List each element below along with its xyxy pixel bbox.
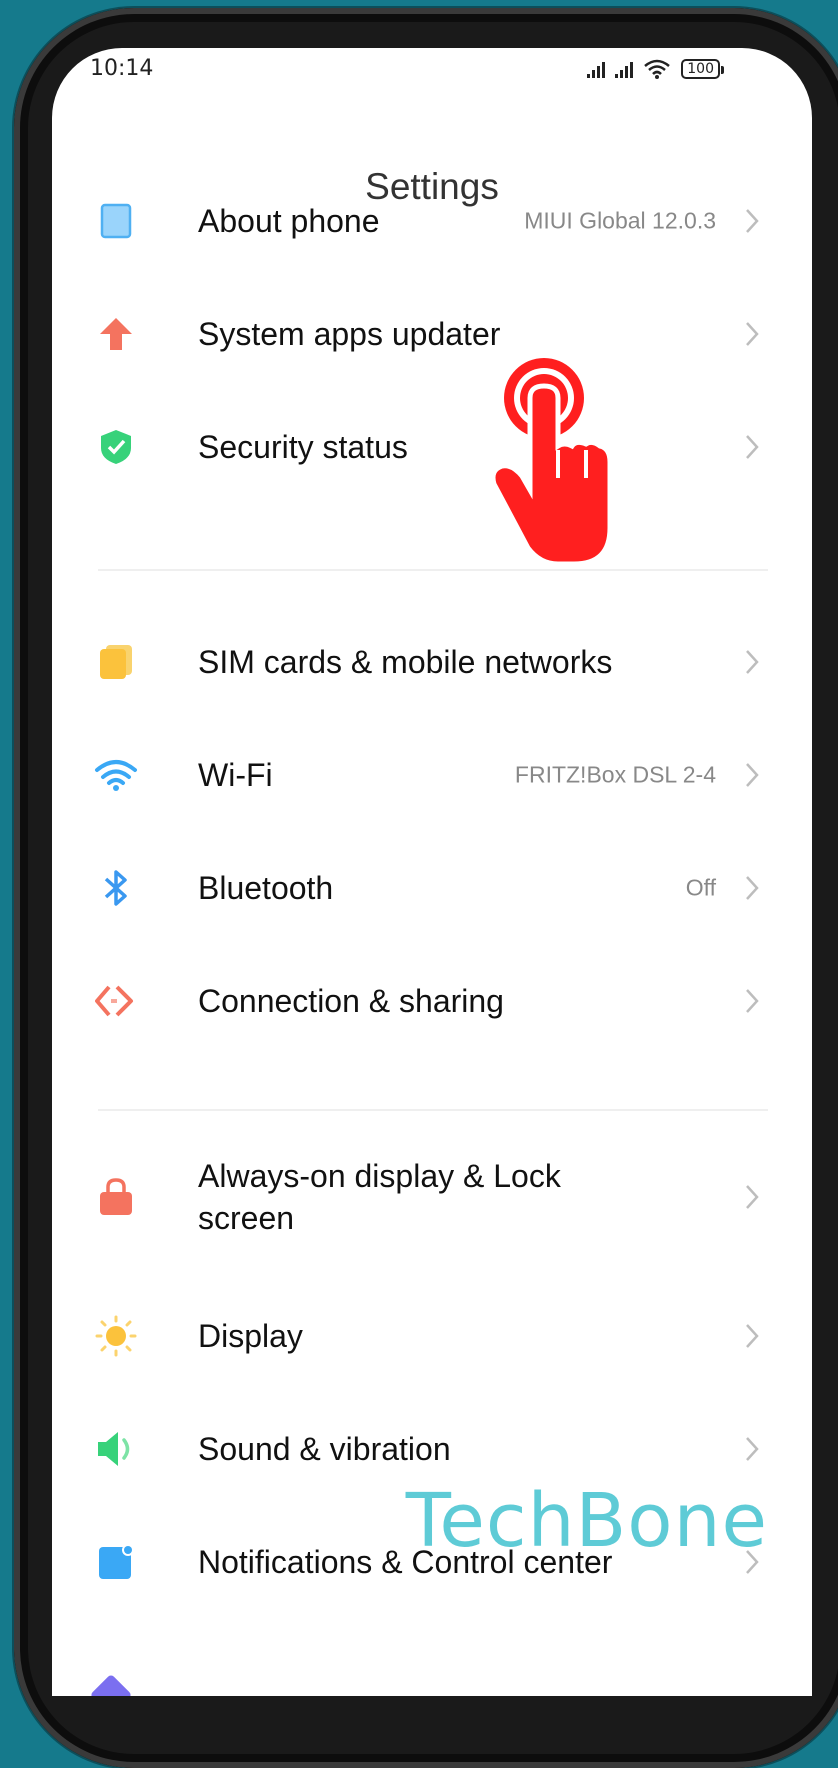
settings-item-wifi[interactable]: Wi-Fi FRITZ!Box DSL 2-4 (52, 720, 812, 830)
signal-icon (587, 60, 606, 78)
settings-item-label: Always-on display & Lock screen (198, 1158, 561, 1236)
chevron-right-icon (746, 1437, 759, 1461)
chevron-right-icon (746, 989, 759, 1013)
chevron-right-icon (746, 209, 759, 233)
settings-item-value: FRITZ!Box DSL 2-4 (514, 761, 716, 788)
chevron-right-icon (746, 322, 759, 346)
chevron-right-icon (746, 650, 759, 674)
settings-item-label: Connection & sharing (198, 983, 504, 1019)
settings-item-value: Off (685, 874, 716, 901)
settings-item-about-phone[interactable]: About phone MIUI Global 12.0.3 (52, 166, 812, 276)
section-divider (98, 1109, 768, 1111)
phone-icon (94, 199, 138, 243)
chevron-right-icon (746, 1185, 759, 1209)
speaker-icon (94, 1427, 138, 1471)
battery-indicator: 100 (681, 59, 724, 79)
status-icons: 100 (587, 58, 724, 80)
settings-item-always-on-display[interactable]: Always-on display & Lock screen (52, 1132, 812, 1262)
settings-item-label: Sound & vibration (198, 1431, 451, 1467)
chevron-right-icon (746, 763, 759, 787)
settings-item-label: Bluetooth (198, 870, 334, 906)
settings-item-connection-sharing[interactable]: Connection & sharing (52, 946, 812, 1056)
wifi-status-icon (644, 59, 671, 79)
settings-item-bluetooth[interactable]: Bluetooth Off (52, 833, 812, 943)
settings-item-label: SIM cards & mobile networks (198, 644, 613, 680)
settings-screen: 10:14 100 Settings About phone MIUI Glob… (52, 48, 812, 1696)
notification-icon (94, 1540, 138, 1584)
status-bar: 10:14 100 (52, 48, 812, 108)
settings-item-system-apps-updater[interactable]: System apps updater (52, 279, 812, 389)
settings-item-display[interactable]: Display (52, 1281, 812, 1391)
settings-item-sim-cards[interactable]: SIM cards & mobile networks (52, 607, 812, 717)
bluetooth-icon (94, 866, 138, 910)
settings-item-label: Display (198, 1318, 303, 1354)
tap-hand-icon (492, 358, 613, 567)
wifi-icon (94, 753, 138, 797)
signal-icon-2 (615, 60, 634, 78)
sun-icon (94, 1314, 138, 1358)
status-time: 10:14 (90, 56, 154, 81)
sim-card-icon (94, 640, 138, 684)
settings-item-value: MIUI Global 12.0.3 (524, 207, 716, 234)
chevron-right-icon (746, 435, 759, 459)
arrow-up-icon (94, 312, 138, 356)
settings-item-security-status[interactable]: Security status (52, 392, 812, 502)
lock-icon (94, 1175, 138, 1219)
chevron-right-icon (746, 1324, 759, 1348)
chevron-right-icon (746, 876, 759, 900)
settings-item-label: System apps updater (198, 316, 501, 352)
watermark-logo: TechBone (405, 1478, 768, 1564)
partial-home-icon (89, 1673, 133, 1696)
shield-check-icon (94, 425, 138, 469)
connection-icon (94, 979, 138, 1023)
section-divider (98, 569, 768, 571)
